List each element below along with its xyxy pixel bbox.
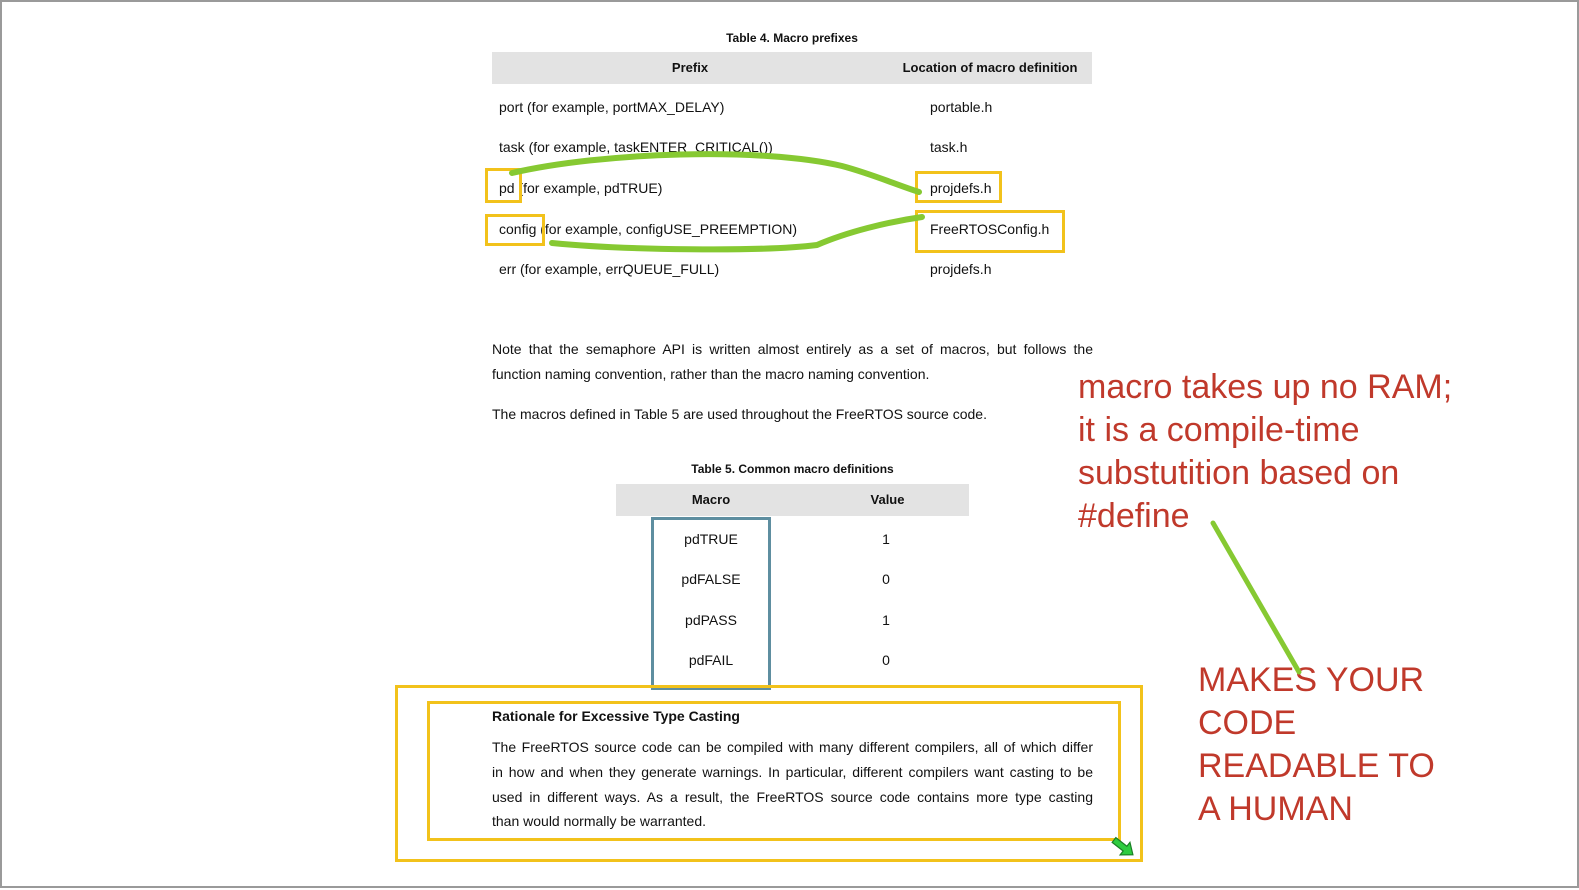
annotation-overlay: [509, 151, 1302, 856]
slide: Table 4. Macro prefixes Prefix Location …: [0, 0, 1579, 888]
connector-note-readable: [1210, 520, 1302, 675]
connector-pd-projdefs: [509, 151, 922, 195]
connector-config-freertosconfig: [549, 214, 925, 253]
green-arrow-icon: [1111, 836, 1134, 856]
